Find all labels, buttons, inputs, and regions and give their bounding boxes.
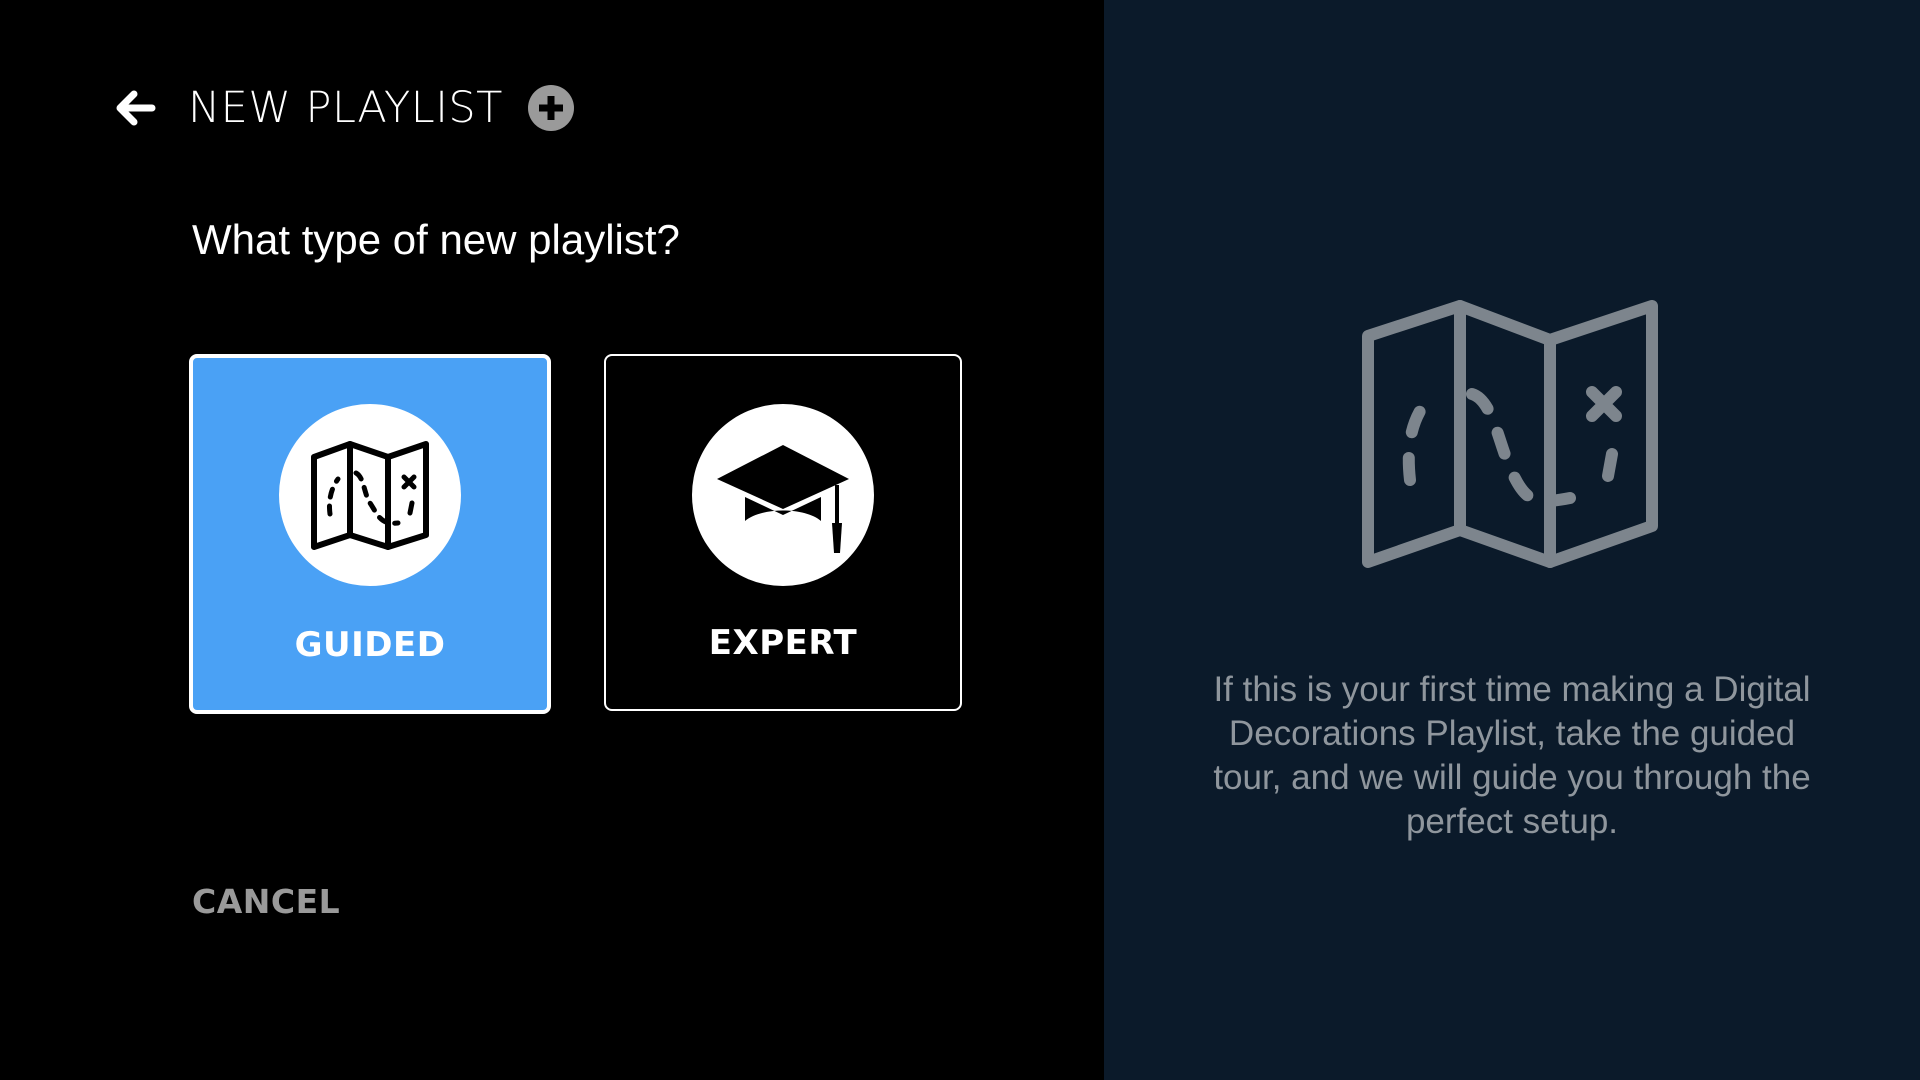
app-root: NEW PLAYLIST What type of new playlist? [0, 0, 1920, 1080]
back-button[interactable] [110, 84, 158, 132]
guided-icon-circle [279, 404, 461, 586]
question-heading: What type of new playlist? [192, 216, 680, 263]
arrow-left-icon [116, 90, 156, 126]
expert-option-button[interactable]: EXPERT [604, 354, 962, 711]
header: NEW PLAYLIST [110, 78, 575, 138]
add-button[interactable] [527, 84, 575, 132]
info-description: If this is your first time making a Digi… [1213, 670, 1811, 841]
expert-label: EXPERT [708, 623, 858, 663]
page-title: NEW PLAYLIST [188, 83, 503, 133]
map-icon [311, 441, 429, 550]
guided-option-button[interactable]: GUIDED [189, 354, 551, 714]
graduation-cap-icon [717, 445, 849, 553]
guided-label: GUIDED [294, 625, 446, 665]
cancel-button[interactable]: CANCEL [192, 878, 340, 926]
map-icon [1362, 300, 1658, 568]
expert-icon-circle [692, 404, 874, 586]
info-panel: If this is your first time making a Digi… [1104, 0, 1920, 1080]
plus-circle-icon [527, 85, 574, 131]
selection-panel: NEW PLAYLIST What type of new playlist? [0, 0, 1104, 1080]
